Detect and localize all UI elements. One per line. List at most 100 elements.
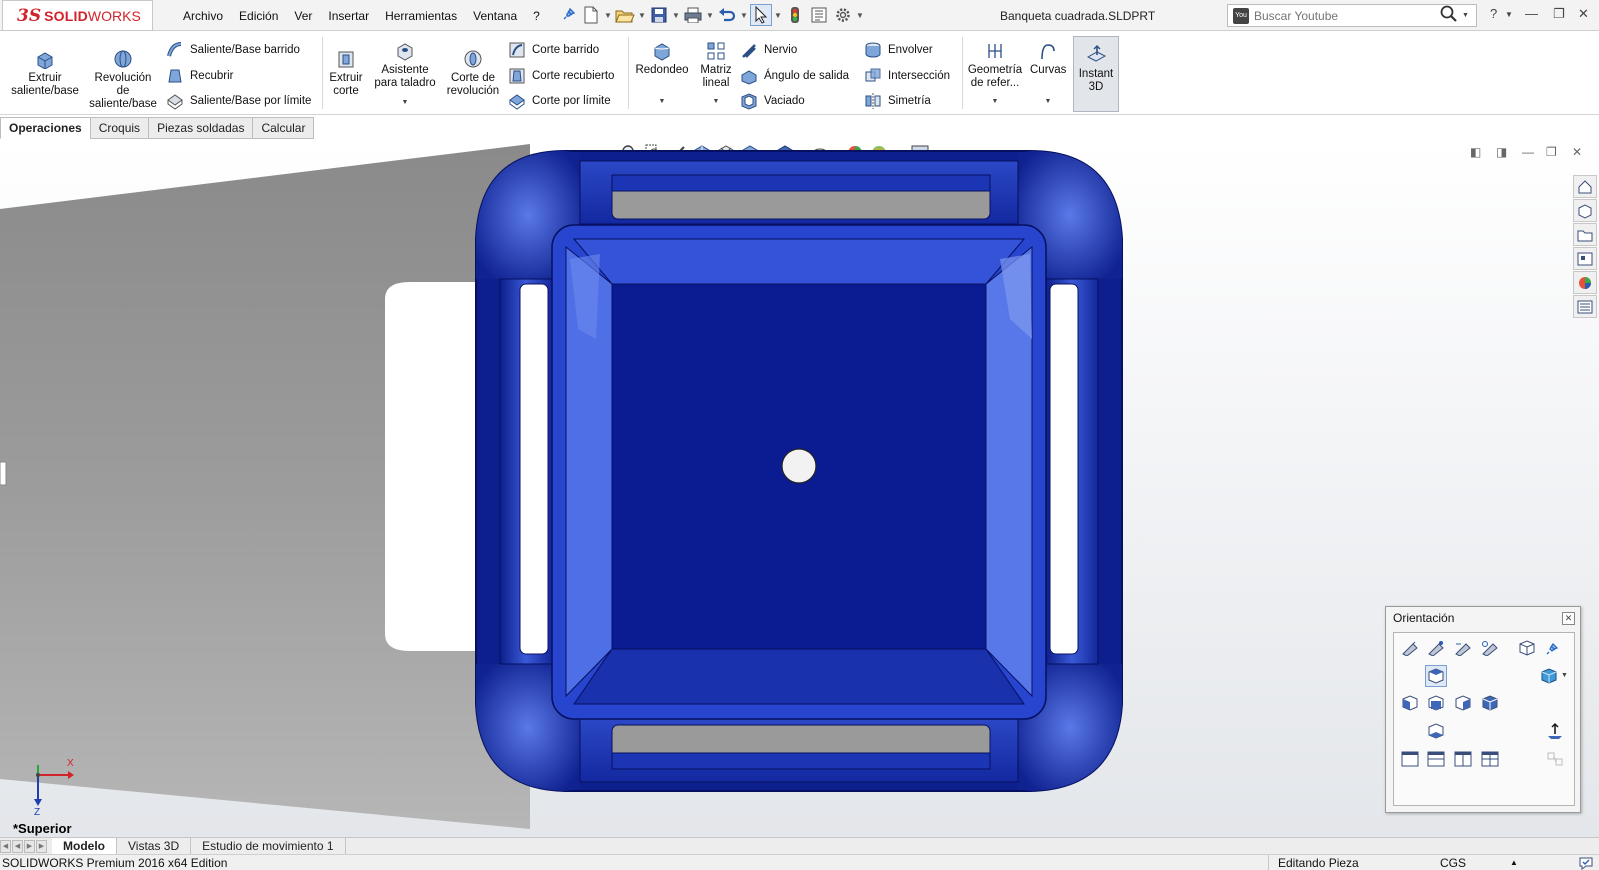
curves-dropdown-icon[interactable]: ▼ xyxy=(1030,95,1066,108)
extruded-cut-button[interactable]: Extruir corte xyxy=(326,49,366,98)
menu-ver[interactable]: Ver xyxy=(286,9,320,23)
instant3d-button[interactable]: Instant 3D xyxy=(1073,36,1119,112)
menu-help[interactable]: ? xyxy=(525,9,548,23)
print-icon[interactable] xyxy=(682,4,704,26)
search-dropdown-icon[interactable]: ▼ xyxy=(1462,12,1469,19)
menu-edicion[interactable]: Edición xyxy=(231,9,286,23)
options-gear-icon[interactable] xyxy=(832,4,854,26)
help-dropdown-icon[interactable]: ▼ xyxy=(1505,10,1513,19)
options-dropdown-icon[interactable]: ▼ xyxy=(856,11,864,20)
pin-dialog-icon[interactable] xyxy=(1542,637,1564,659)
next-tab-icon[interactable]: ▶ xyxy=(24,839,35,853)
shell-button[interactable]: Vaciado xyxy=(740,92,805,110)
save-dropdown-icon[interactable]: ▼ xyxy=(672,11,680,20)
tab-calcular[interactable]: Calcular xyxy=(252,117,315,139)
view-selector-icon[interactable] xyxy=(1479,637,1501,659)
swept-cut-button[interactable]: Corte barrido xyxy=(508,41,599,59)
new-dropdown-icon[interactable]: ▼ xyxy=(604,11,612,20)
units-dropdown-icon[interactable]: ▲ xyxy=(1510,858,1518,867)
draft-button[interactable]: Ángulo de salida xyxy=(740,67,849,85)
help-icon[interactable]: ? xyxy=(1490,6,1497,21)
loft-button[interactable]: Recubrir xyxy=(166,67,233,85)
task-pane-custom-properties-icon[interactable] xyxy=(1573,295,1597,318)
menu-insertar[interactable]: Insertar xyxy=(320,9,377,23)
extrude-boss-button[interactable]: Extruir saliente/base xyxy=(8,49,82,98)
four-view-icon[interactable] xyxy=(1479,748,1501,770)
front-view-icon[interactable] xyxy=(1425,692,1447,714)
ref-geometry-dropdown-icon[interactable]: ▼ xyxy=(964,95,1026,108)
rebuild-traffic-light-icon[interactable] xyxy=(784,4,806,26)
tab-croquis[interactable]: Croquis xyxy=(89,117,150,139)
menu-herramientas[interactable]: Herramientas xyxy=(377,9,465,23)
top-view-icon[interactable] xyxy=(1425,665,1447,687)
last-tab-icon[interactable]: ▶ xyxy=(36,839,47,853)
reference-geometry-button[interactable]: Geometría de refer... ▼ xyxy=(964,41,1026,108)
minimize-icon[interactable]: — xyxy=(1525,6,1538,21)
undo-dropdown-icon[interactable]: ▼ xyxy=(740,11,748,20)
solidworks-logo[interactable]: 3S SOLID WORKS xyxy=(2,0,153,31)
revolved-cut-button[interactable]: Corte de revolución xyxy=(444,49,502,98)
isometric-dropdown-icon[interactable]: ▼ xyxy=(1561,672,1568,679)
swept-boss-button[interactable]: Saliente/Base barrido xyxy=(166,41,300,59)
task-pane-view-palette-icon[interactable] xyxy=(1573,247,1597,270)
new-view-icon[interactable] xyxy=(1399,637,1421,659)
restore-icon[interactable]: ❐ xyxy=(1553,6,1565,22)
prev-tab-icon[interactable]: ◀ xyxy=(12,839,23,853)
two-view-horizontal-icon[interactable] xyxy=(1425,748,1447,770)
tab-vistas-3d[interactable]: Vistas 3D xyxy=(117,837,192,855)
intersect-button[interactable]: Intersección xyxy=(864,67,950,85)
fillet-dropdown-icon[interactable]: ▼ xyxy=(632,95,692,108)
task-pane-design-library-icon[interactable] xyxy=(1573,199,1597,222)
task-pane-file-explorer-icon[interactable] xyxy=(1573,223,1597,246)
open-folder-icon[interactable] xyxy=(614,4,636,26)
single-view-icon[interactable] xyxy=(1399,748,1421,770)
print-dropdown-icon[interactable]: ▼ xyxy=(706,11,714,20)
lofted-cut-button[interactable]: Corte recubierto xyxy=(508,67,614,85)
menu-archivo[interactable]: Archivo xyxy=(175,9,231,23)
graphics-viewport[interactable]: ▼ ▼ ▼ ▼ ▼ ◧ ◨ — ❐ ✕ xyxy=(0,139,1599,837)
mirror-button[interactable]: Simetría xyxy=(864,92,931,110)
right-view-icon[interactable] xyxy=(1452,692,1474,714)
linear-pattern-button[interactable]: Matriz lineal ▼ xyxy=(696,41,736,108)
quick-tips-icon[interactable] xyxy=(1578,855,1594,870)
units-label[interactable]: CGS xyxy=(1440,856,1466,870)
select-cursor-icon[interactable] xyxy=(750,4,772,26)
two-view-vertical-icon[interactable] xyxy=(1452,748,1474,770)
left-view-icon[interactable] xyxy=(1399,692,1421,714)
boundary-cut-button[interactable]: Corte por límite xyxy=(508,92,611,110)
stool-model-3d[interactable] xyxy=(0,139,1599,837)
back-view-icon[interactable] xyxy=(1479,692,1501,714)
reset-standard-views-icon[interactable] xyxy=(1452,637,1474,659)
update-standard-views-icon[interactable] xyxy=(1425,637,1447,659)
new-document-icon[interactable] xyxy=(580,4,602,26)
menu-ventana[interactable]: Ventana xyxy=(465,9,525,23)
bottom-view-icon[interactable] xyxy=(1425,720,1447,742)
curves-button[interactable]: Curvas ▼ xyxy=(1030,41,1066,108)
normal-to-icon[interactable] xyxy=(1544,720,1566,742)
open-dropdown-icon[interactable]: ▼ xyxy=(638,11,646,20)
tab-piezas-soldadas[interactable]: Piezas soldadas xyxy=(148,117,254,139)
wrap-button[interactable]: Envolver xyxy=(864,41,933,59)
tab-estudio-movimiento[interactable]: Estudio de movimiento 1 xyxy=(191,837,346,855)
first-tab-icon[interactable]: ◀ xyxy=(0,839,11,853)
boundary-boss-button[interactable]: Saliente/Base por límite xyxy=(166,92,311,110)
tab-operaciones[interactable]: Operaciones xyxy=(0,117,91,139)
search-input[interactable] xyxy=(1254,8,1434,23)
hole-wizard-button[interactable]: Asistente para taladro ▼ xyxy=(370,41,440,109)
view-cube-icon[interactable] xyxy=(1516,637,1538,659)
linear-pattern-dropdown-icon[interactable]: ▼ xyxy=(696,95,736,108)
close-icon[interactable]: ✕ xyxy=(1578,6,1589,22)
revolve-boss-button[interactable]: Revolución de saliente/base xyxy=(88,49,158,111)
select-dropdown-icon[interactable]: ▼ xyxy=(774,11,782,20)
rib-button[interactable]: Nervio xyxy=(740,41,797,59)
isometric-cube-icon[interactable] xyxy=(1538,665,1560,687)
file-properties-icon[interactable] xyxy=(808,4,830,26)
orientation-close-icon[interactable]: ✕ xyxy=(1562,612,1575,625)
pin-menu-icon[interactable] xyxy=(548,7,584,24)
fillet-button[interactable]: Redondeo ▼ xyxy=(632,41,692,108)
undo-icon[interactable] xyxy=(716,4,738,26)
search-icon[interactable] xyxy=(1440,5,1458,26)
task-pane-home-icon[interactable] xyxy=(1573,175,1597,198)
hole-wizard-dropdown-icon[interactable]: ▼ xyxy=(370,96,440,109)
tab-modelo[interactable]: Modelo xyxy=(52,837,117,855)
